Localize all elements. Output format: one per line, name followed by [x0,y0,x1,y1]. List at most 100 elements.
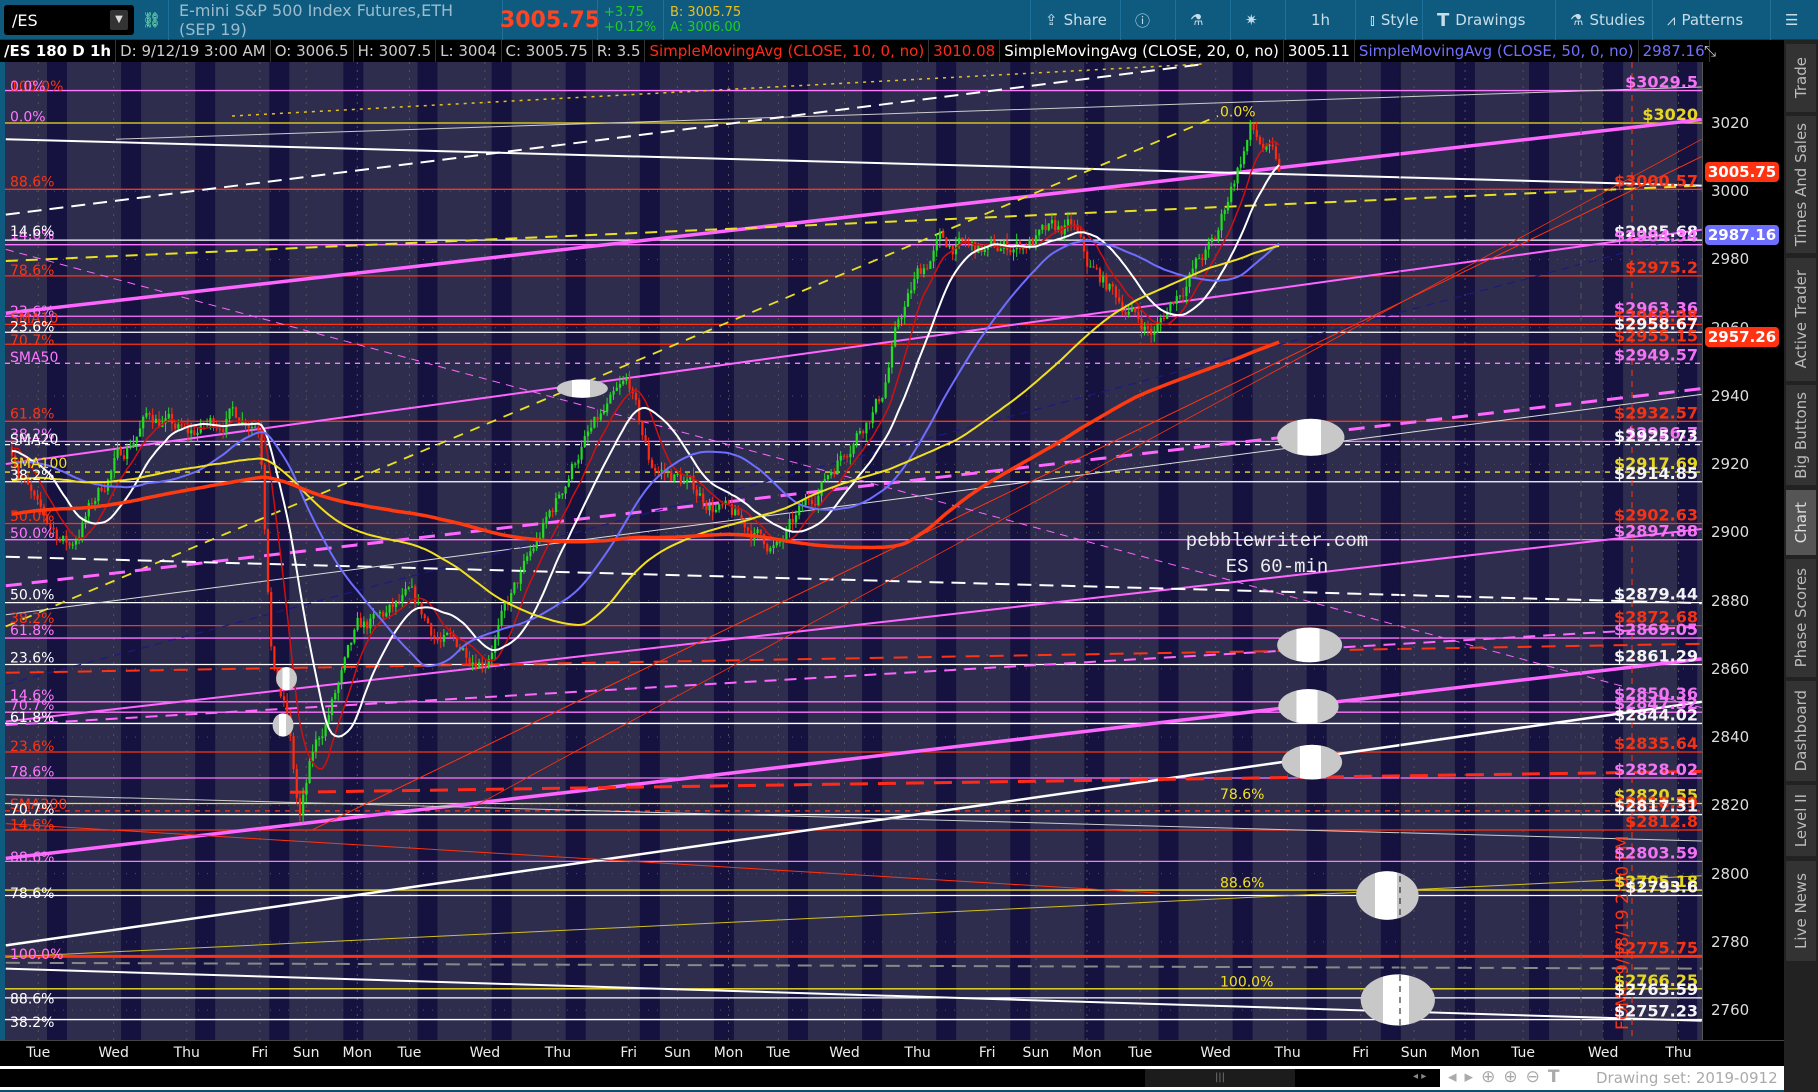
highlight-ellipse [1360,974,1435,1026]
candle-body [167,413,170,419]
zoom-in-icon[interactable]: ⊕ [1503,1067,1525,1087]
drawings-button[interactable]: T Drawings [1422,0,1539,40]
highlight-ellipse [272,713,294,737]
sidebar-tab-active-trader[interactable]: Active Trader [1786,257,1816,383]
price-axis[interactable]: 3020300029802960294029202900288028602840… [1702,62,1784,1040]
candle-body [1092,266,1095,268]
time-axis[interactable]: Tue Wed Thu Fri Sun Mon Tue Wed Thu Fri Sun Mon Tue W… [0,1040,1784,1066]
time-axis-label: Sun [292,1045,320,1061]
candle-body [826,475,830,480]
candle-body [196,432,199,436]
highlight-ellipse [1356,871,1419,920]
candle-body [526,556,529,561]
style-button[interactable]: ⫾ Style [1355,0,1433,40]
candle-body [62,535,65,542]
sidebar-tab-phase-scores[interactable]: Phase Scores [1786,559,1816,679]
info-button[interactable]: ⓘ [1120,0,1164,40]
candle-body [602,411,606,414]
candle-body [766,544,769,552]
candle-body [474,662,478,669]
candle-body [1124,312,1127,315]
sma50-legend[interactable]: SimpleMovingAvg (CLOSE, 50, 0, no) [1355,40,1639,62]
candle-body [103,490,106,492]
candle-body [65,535,68,543]
right-sidebar: Trade Times And Sales Active Trader Big But… [1784,40,1818,1092]
studies-button[interactable]: ⚗ Studies [1555,0,1659,40]
candle-body [606,403,609,412]
candle-body [145,413,148,417]
sma20-legend[interactable]: SimpleMovingAvg (CLOSE, 20, 0, no) [1000,40,1284,62]
candle-body [478,662,481,669]
candle-body [718,504,721,510]
expand-icon[interactable]: ⤡ [1700,40,1720,62]
sidebar-tab-live-news[interactable]: Live News [1786,860,1816,963]
candle-body [1185,286,1188,297]
sidebar-tab-chart[interactable]: Chart [1786,489,1816,557]
menu-button[interactable]: ☰ [1770,0,1818,40]
sidebar-tab-big-buttons[interactable]: Big Buttons [1786,385,1816,488]
scroll-arrows-icon[interactable]: ◂ ▸ [1413,1071,1426,1082]
price-level-label: $2975.2 [1625,258,1698,277]
price-level-label: $2803.59 [1614,843,1698,862]
text-tool-icon[interactable]: T [1548,1067,1568,1087]
candle-body [894,327,897,347]
time-axis-label: Tue [766,1045,791,1061]
candle-body [1172,302,1175,304]
price-axis-label: 2780 [1711,932,1750,951]
candle-body [558,494,561,499]
candle-body [1102,276,1105,283]
settings-button[interactable]: ✷ [1230,0,1272,40]
symbol-selector[interactable]: /ES ▼ [4,5,134,35]
candle-body [1082,236,1086,252]
candle-body [1066,219,1070,226]
candle-body [884,382,887,398]
candle-body [423,614,426,619]
patterns-button[interactable]: ⩘ Patterns [1652,0,1757,40]
candle-body [775,541,778,546]
flask-button[interactable]: ⚗ [1175,0,1217,40]
share-button[interactable]: ⇪ Share [1030,0,1121,40]
candle-body [778,541,782,543]
candle-body [426,618,430,624]
link-icon[interactable]: ⛓ [142,0,166,40]
candle-body [913,279,916,291]
candle-body [174,423,177,429]
horizontal-scrollbar[interactable]: ||| ◂ ▸ [0,1069,1440,1087]
sidebar-tab-dashboard[interactable]: Dashboard [1786,680,1816,783]
sma10-legend[interactable]: SimpleMovingAvg (CLOSE, 10, 0, no) [645,40,930,62]
fib-label: 100.0% [10,947,63,963]
price-level-label: $2897.88 [1614,522,1698,541]
crosshair-icon[interactable]: ⊕ [1481,1067,1503,1087]
scrollbar-thumb[interactable]: ||| [1145,1069,1295,1087]
candle-body [910,290,913,294]
candle-body [110,470,113,480]
candle-body [430,623,433,636]
candle-body [81,522,84,538]
sidebar-tab-times-and-sales[interactable]: Times And Sales [1786,116,1816,256]
price-tag: 3005.75 [1705,161,1779,182]
candle-body [1162,317,1166,319]
price-chart[interactable]: FOMC 9/18/19 2:00 PM $3029.5 $3020 $3000.57… [0,62,1702,1040]
candle-body [484,666,487,668]
candle-body [449,633,452,635]
drawing-set-label[interactable]: Drawing set: 2019-0912 [1596,1069,1778,1087]
interval-button[interactable]: 1h [1285,0,1355,40]
candle-body [852,443,855,454]
candle-body [151,414,154,423]
fib-label-mid: 78.6% [1220,787,1264,803]
chart-canvas[interactable]: FOMC 9/18/19 2:00 PM$3029.5$3020$3000.57… [0,62,1702,1040]
candle-body [1041,225,1044,230]
flask-icon: ⚗ [1570,11,1584,29]
candle-body [497,625,500,640]
pan-icon[interactable]: ◂▸ [1448,1067,1481,1087]
chevron-down-icon[interactable]: ▼ [110,10,128,30]
sidebar-tab-level-ii[interactable]: Level II [1786,785,1816,859]
candle-body [273,646,276,668]
chart-bottom-bar: ||| ◂ ▸ ◂▸⊕⊕⊖T Drawing set: 2019-0912 [0,1066,1784,1090]
sidebar-tab-trade[interactable]: Trade [1786,44,1816,114]
candle-body [247,425,250,429]
time-axis-label: Fri [620,1045,638,1061]
chart-toolbar: /ES ▼ ⛓ E-mini S&P 500 Index Futures,ETH … [0,0,1818,40]
price-axis-label: 2800 [1711,864,1750,883]
zoom-out-icon[interactable]: ⊖ [1526,1067,1548,1087]
